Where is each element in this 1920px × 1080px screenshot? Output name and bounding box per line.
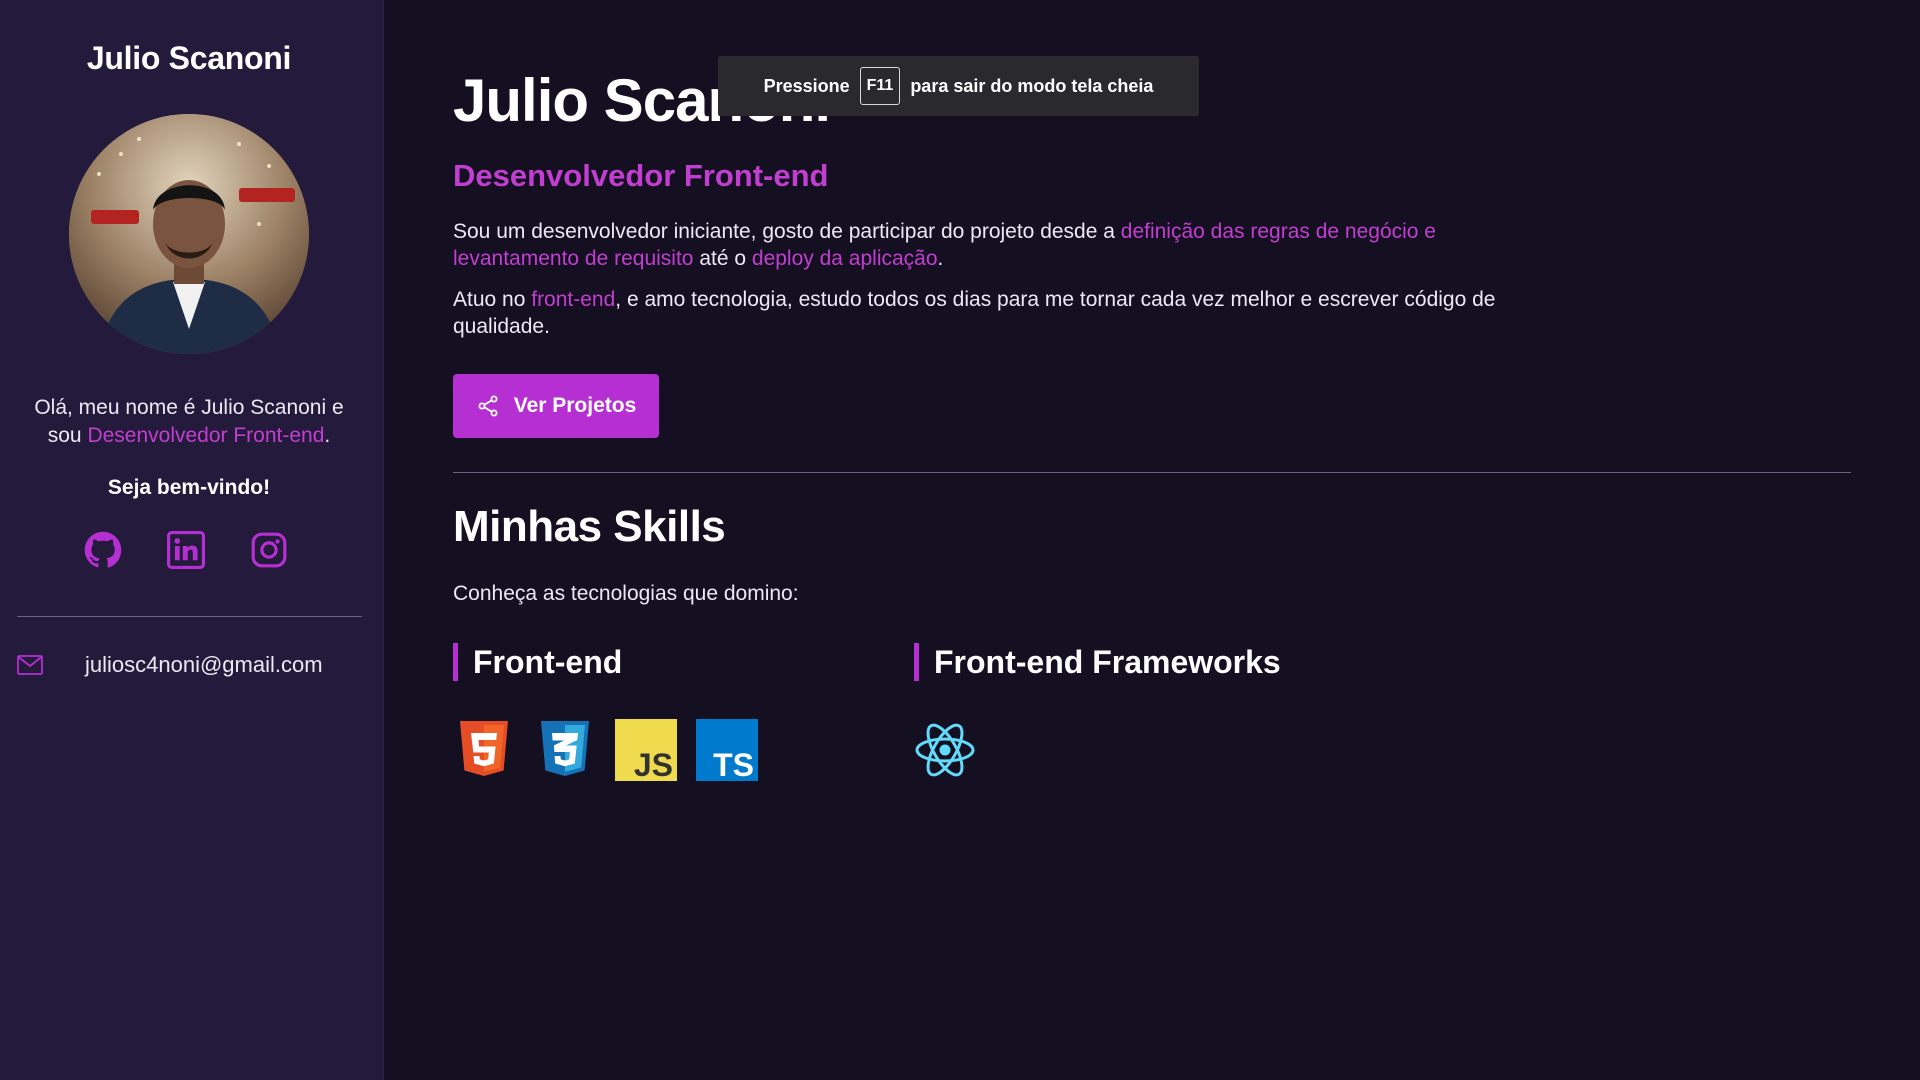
skill-group-title: Front-end xyxy=(453,643,758,681)
intro-role-highlight: Desenvolvedor Front-end xyxy=(87,424,325,447)
portfolio-page: Julio Scanoni Olá, meu nome é Julio Scan… xyxy=(0,0,1920,1080)
about-text: até o xyxy=(693,247,752,270)
skill-group-title: Front-end Frameworks xyxy=(914,643,1281,681)
typescript-icon: TS xyxy=(696,719,758,781)
instagram-icon xyxy=(251,532,287,568)
about-paragraph-1: Sou um desenvolvedor iniciante, gosto de… xyxy=(453,218,1503,272)
javascript-icon: JS xyxy=(615,719,677,781)
view-projects-button[interactable]: Ver Projetos xyxy=(453,374,659,438)
github-link[interactable] xyxy=(84,531,122,569)
f11-key-badge: F11 xyxy=(859,67,901,105)
email-contact: juliosc4noni@gmail.com xyxy=(17,652,323,678)
about-text: Sou um desenvolvedor iniciante, gosto de… xyxy=(453,220,1121,243)
sidebar: Julio Scanoni Olá, meu nome é Julio Scan… xyxy=(0,0,384,1080)
skills-title: Minhas Skills xyxy=(453,502,726,551)
section-divider xyxy=(453,472,1851,473)
skills-intro: Conheça as tecnologias que domino: xyxy=(453,582,799,605)
about-highlight: front-end xyxy=(531,288,616,311)
sidebar-intro: Olá, meu nome é Julio Scanoni e sou Dese… xyxy=(24,394,354,450)
html5-icon xyxy=(453,719,515,781)
avatar xyxy=(69,114,309,354)
about-paragraph-2: Atuo no front-end, e amo tecnologia, est… xyxy=(453,286,1503,340)
react-icon xyxy=(914,719,976,781)
css3-icon xyxy=(534,719,596,781)
linkedin-icon xyxy=(167,531,205,569)
skill-group-front-end: Front-end JS TS xyxy=(453,643,758,781)
sidebar-divider xyxy=(17,616,362,617)
mail-icon xyxy=(17,655,43,675)
skill-icons: JS TS xyxy=(453,719,758,781)
sidebar-name: Julio Scanoni xyxy=(86,40,292,76)
fullscreen-notice: Pressione F11 para sair do modo tela che… xyxy=(718,56,1199,116)
share-icon xyxy=(478,395,498,417)
fullscreen-notice-text: Pressione xyxy=(763,75,850,96)
svg-text:JS: JS xyxy=(634,747,673,781)
intro-period: . xyxy=(324,424,331,447)
fullscreen-notice-text: para sair do modo tela cheia xyxy=(910,75,1154,96)
about-text: . xyxy=(937,247,944,270)
page-subtitle: Desenvolvedor Front-end xyxy=(453,158,829,193)
avatar-photo xyxy=(69,114,309,354)
about-text: Atuo no xyxy=(453,288,532,311)
about-highlight: deploy da aplicação xyxy=(751,247,938,270)
svg-text:TS: TS xyxy=(713,747,754,781)
skill-group-frameworks: Front-end Frameworks xyxy=(914,643,1281,781)
github-icon xyxy=(84,531,122,568)
instagram-link[interactable] xyxy=(250,531,288,569)
welcome-text: Seja bem-vindo! xyxy=(107,476,271,499)
social-links xyxy=(84,531,288,569)
email-address[interactable]: juliosc4noni@gmail.com xyxy=(85,652,323,678)
skill-icons xyxy=(914,719,1281,781)
view-projects-label: Ver Projetos xyxy=(513,394,637,417)
linkedin-link[interactable] xyxy=(167,531,205,569)
